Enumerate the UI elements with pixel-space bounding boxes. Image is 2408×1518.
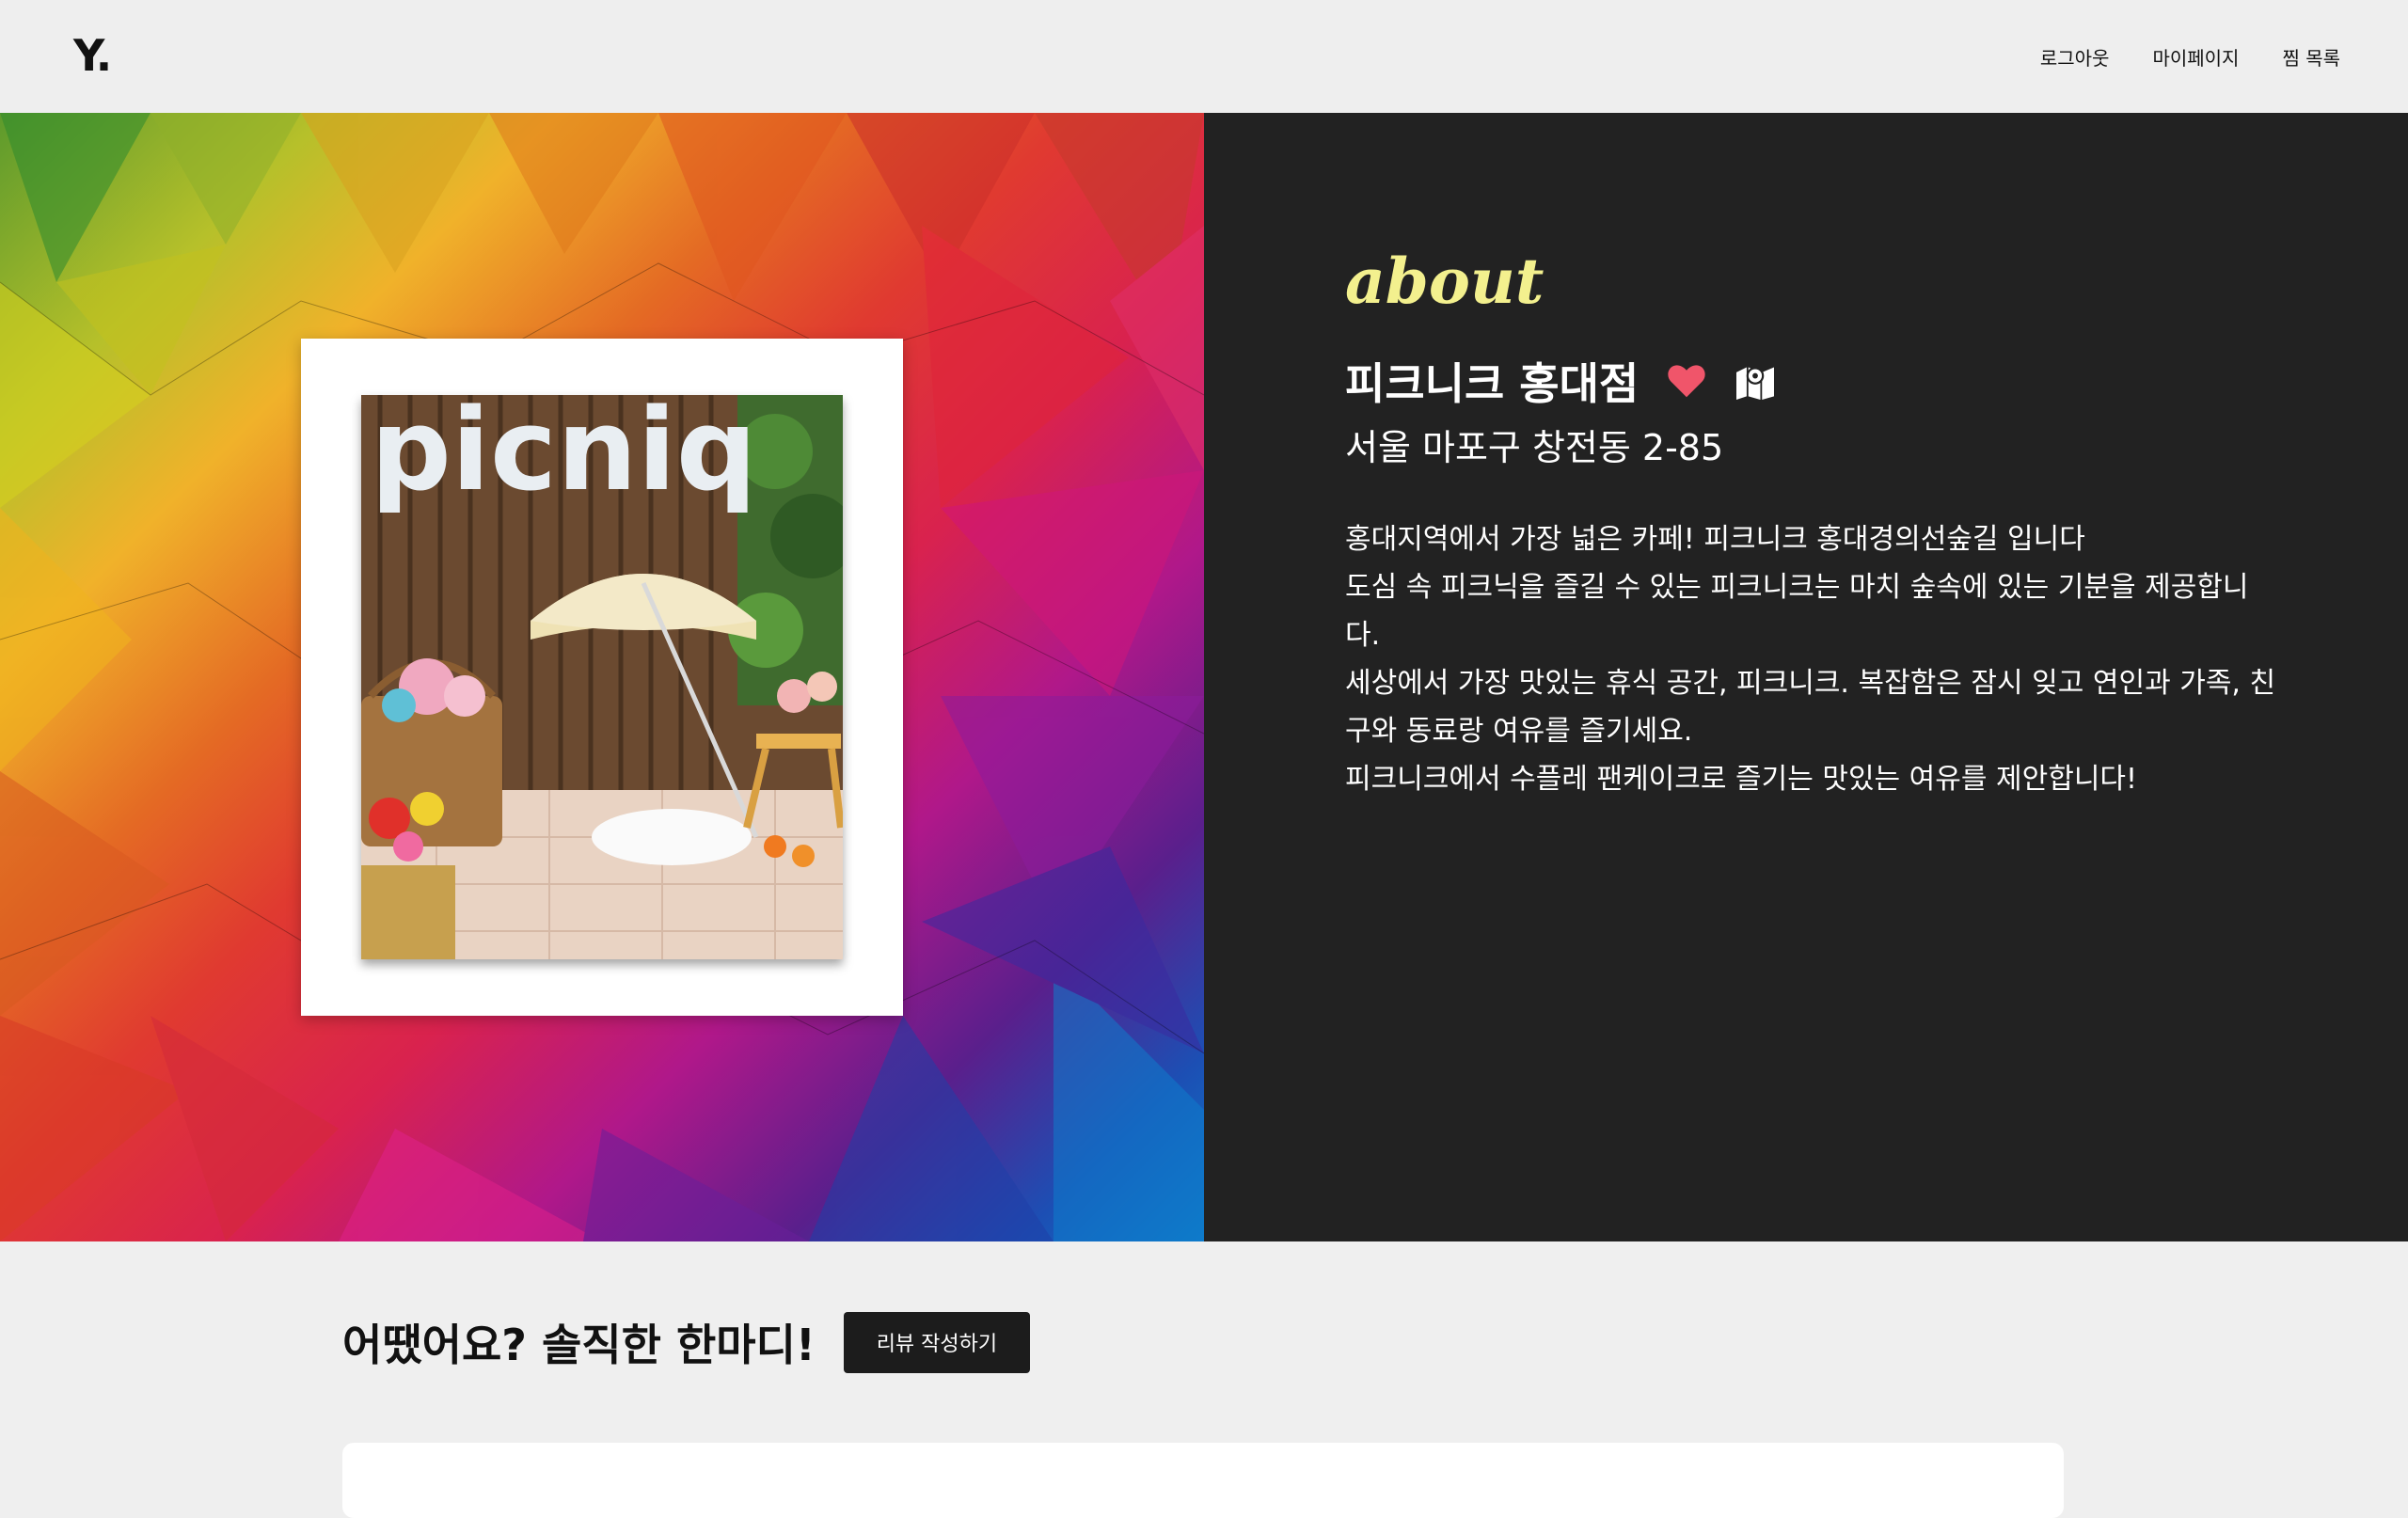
logout-link[interactable]: 로그아웃 xyxy=(2040,43,2110,71)
review-header: 어땠어요? 솔직한 한마디! 리뷰 작성하기 xyxy=(342,1311,1030,1373)
review-title: 어땠어요? 솔직한 한마디! xyxy=(342,1320,816,1370)
place-description: 홍대지역에서 가장 넓은 카페! 피크니크 홍대경의선숲길 입니다 도심 속 피… xyxy=(1345,515,2276,803)
review-card xyxy=(342,1443,2064,1518)
description-line: 홍대지역에서 가장 넓은 카페! 피크니크 홍대경의선숲길 입니다 xyxy=(1345,523,2085,556)
photo-sign-text: picniq xyxy=(371,395,757,516)
wishlist-link[interactable]: 찜 목록 xyxy=(2282,43,2340,71)
cafe-photo-illustration: picniq xyxy=(361,395,843,959)
polaroid-frame: picniq xyxy=(301,339,903,1016)
top-bar: Y. 로그아웃 마이페이지 찜 목록 xyxy=(0,0,2408,113)
place-title-row: 피크니크 홍대점 xyxy=(1345,350,1776,412)
map-icon[interactable] xyxy=(1735,362,1776,400)
description-line: 도심 속 피크닉을 즐길 수 있는 피크니크는 마치 숲속에 있는 기분을 제공… xyxy=(1345,571,2249,652)
write-review-button[interactable]: 리뷰 작성하기 xyxy=(843,1311,1030,1373)
mypage-link[interactable]: 마이페이지 xyxy=(2152,43,2239,71)
heart-icon[interactable] xyxy=(1667,363,1706,399)
description-line: 피크니크에서 수플레 팬케이크로 즐기는 맛있는 여유를 제안합니다! xyxy=(1345,763,2138,796)
logo[interactable]: Y. xyxy=(73,30,112,81)
about-panel: about 피크니크 홍대점 서울 마포구 창전동 2-85 홍대지역에서 가장… xyxy=(1204,113,2408,1241)
about-label: about xyxy=(1345,245,1545,318)
top-nav: 로그아웃 마이페이지 찜 목록 xyxy=(2040,43,2340,71)
place-name: 피크니크 홍대점 xyxy=(1345,358,1640,409)
hero-image-panel: picniq xyxy=(0,113,1204,1241)
cafe-photo: picniq xyxy=(361,395,843,959)
place-address: 서울 마포구 창전동 2-85 xyxy=(1345,427,1724,468)
description-line: 세상에서 가장 맛있는 휴식 공간, 피크니크. 복잡함은 잠시 잊고 연인과 … xyxy=(1345,667,2276,748)
